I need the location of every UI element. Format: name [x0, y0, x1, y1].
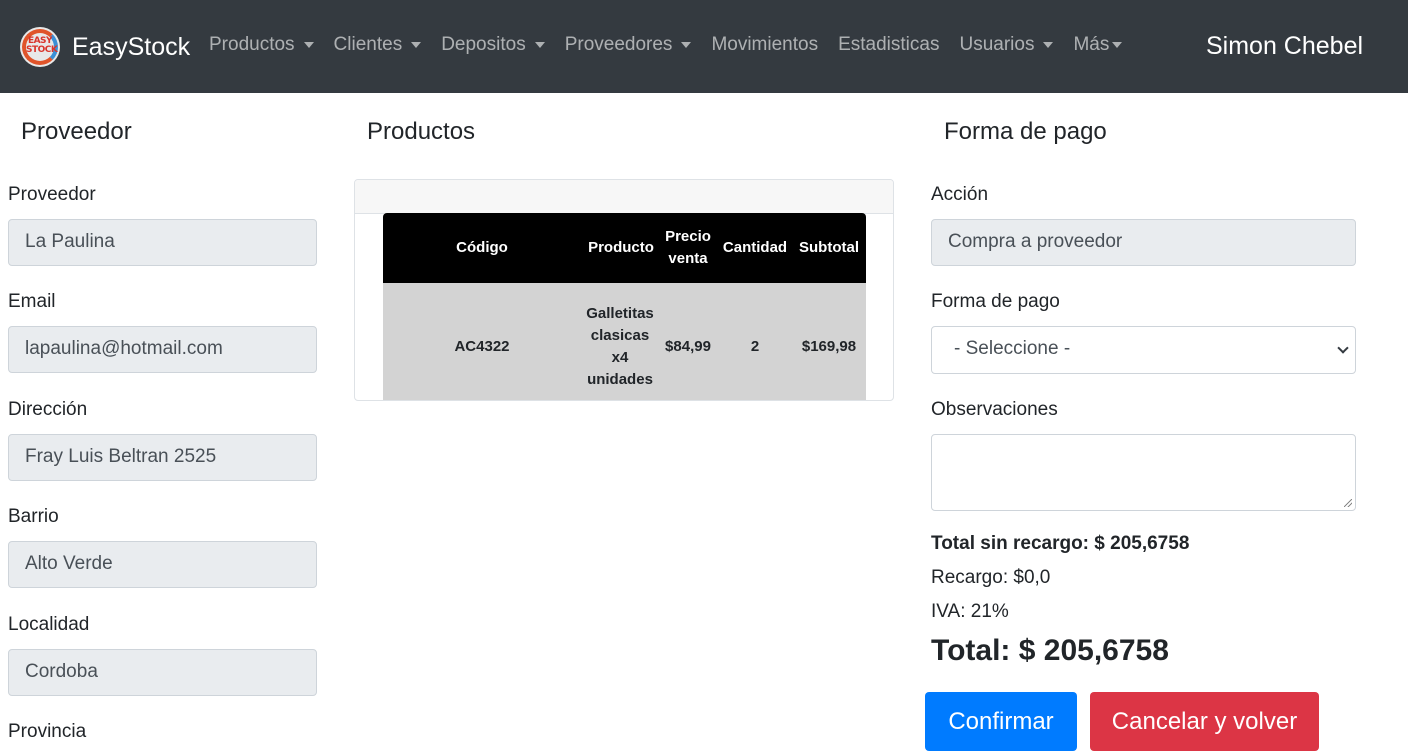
cell-codigo: AC4322 [454, 338, 510, 355]
caret-down-icon [1112, 42, 1123, 48]
total-sin-recargo: Total sin recargo: $ 205,6758 [931, 533, 1190, 554]
nav-item-usuarios[interactable]: Usuarios [959, 34, 1054, 56]
navbar: EASY STOCK EasyStock Productos Clientes … [0, 0, 1408, 93]
col-producto: Producto [588, 239, 654, 256]
localidad-label: Localidad [8, 614, 90, 635]
iva: IVA: 21% [931, 601, 1009, 622]
forma-pago-select[interactable]: - Seleccione - [931, 326, 1356, 374]
total: Total: $ 205,6758 [931, 634, 1169, 667]
productos-card: Código Producto Precio venta Cantidad Su… [354, 179, 894, 401]
table-header: Código Producto Precio venta Cantidad Su… [383, 213, 866, 283]
cancel-button[interactable]: Cancelar y volver [1090, 692, 1319, 751]
user-name[interactable]: Simon Chebel [1206, 32, 1363, 61]
col-subtotal: Subtotal [799, 239, 859, 256]
caret-down-icon [411, 42, 422, 48]
email-label: Email [8, 291, 56, 312]
chevron-down-icon [1337, 342, 1349, 354]
direccion-field[interactable]: Fray Luis Beltran 2525 [8, 434, 317, 481]
accion-field[interactable]: Compra a proveedor [931, 219, 1356, 266]
nav-item-productos[interactable]: Productos [209, 34, 314, 56]
localidad-field[interactable]: Cordoba [8, 649, 317, 696]
logo-icon: EASY STOCK [20, 27, 60, 67]
nav-item-proveedores[interactable]: Proveedores [565, 34, 692, 56]
brand-name[interactable]: EasyStock [72, 33, 190, 62]
cell-subtotal: $169,98 [801, 338, 857, 355]
caret-down-icon [1043, 42, 1054, 48]
caret-down-icon [681, 42, 692, 48]
col-cantidad: Cantidad [722, 239, 788, 256]
proveedor-title: Proveedor [21, 118, 132, 145]
caret-down-icon [534, 42, 545, 48]
productos-title: Productos [367, 118, 476, 145]
nav-menu: Productos Clientes Depositos Proveedores… [209, 34, 1142, 56]
barrio-label: Barrio [8, 506, 59, 527]
table-row[interactable]: AC4322 Galletitas clasicas x4 unidades $… [383, 283, 866, 400]
observaciones-label: Observaciones [931, 399, 1058, 420]
cell-producto: Galletitas clasicas x4 unidades [586, 305, 654, 388]
proveedor-field[interactable]: La Paulina [8, 219, 317, 266]
col-precio: Precio venta [665, 228, 711, 267]
confirm-button[interactable]: Confirmar [925, 692, 1077, 751]
cell-precio: $84,99 [665, 338, 711, 355]
nav-item-mas[interactable]: Más [1073, 34, 1123, 56]
productos-table: Código Producto Precio venta Cantidad Su… [383, 213, 866, 400]
pago-title: Forma de pago [944, 118, 1107, 145]
nav-item-movimientos[interactable]: Movimientos [711, 34, 818, 56]
forma-pago-value: - Seleccione - [954, 338, 1071, 359]
card-header [355, 180, 893, 214]
direccion-label: Dirección [8, 399, 88, 420]
provincia-label: Provincia [8, 721, 87, 742]
caret-down-icon [303, 42, 314, 48]
cell-cantidad: 2 [750, 338, 760, 355]
email-field[interactable]: lapaulina@hotmail.com [8, 326, 317, 373]
forma-pago-label: Forma de pago [931, 291, 1060, 312]
brand[interactable]: EASY STOCK EasyStock [20, 27, 190, 67]
barrio-field[interactable]: Alto Verde [8, 541, 317, 588]
resize-grip-icon[interactable] [1344, 499, 1352, 507]
recargo: Recargo: $0,0 [931, 567, 1051, 588]
proveedor-label: Proveedor [8, 184, 96, 205]
nav-item-depositos[interactable]: Depositos [441, 34, 545, 56]
nav-item-clientes[interactable]: Clientes [334, 34, 422, 56]
accion-label: Acción [931, 184, 989, 205]
col-codigo: Código [456, 239, 508, 256]
nav-item-estadisticas[interactable]: Estadisticas [838, 34, 939, 56]
observaciones-textarea[interactable] [931, 434, 1356, 511]
